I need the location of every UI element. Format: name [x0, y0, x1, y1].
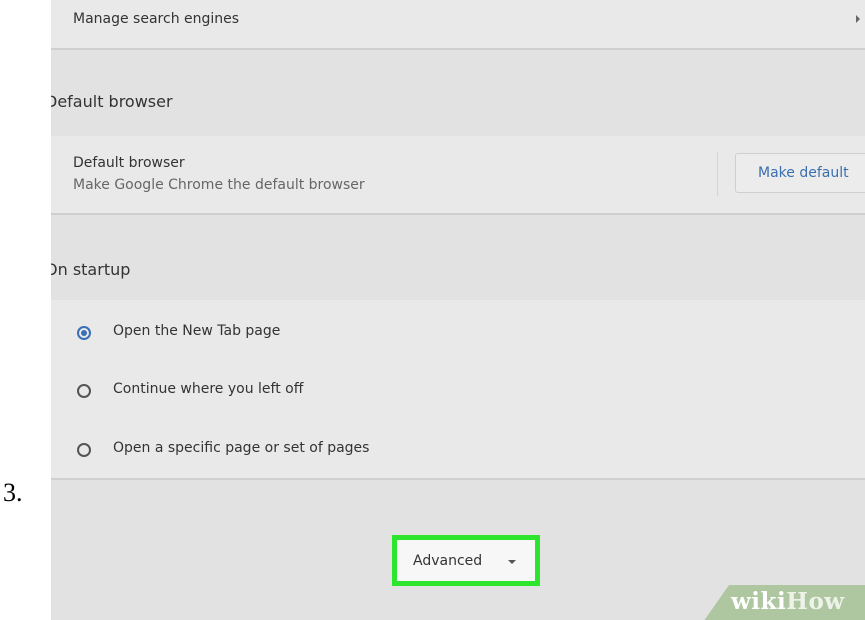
default-browser-row-subtitle: Make Google Chrome the default browser [73, 177, 365, 193]
radio-unchecked-icon[interactable] [77, 443, 91, 457]
startup-option-specific-pages[interactable]: Open a specific page or set of pages [113, 440, 369, 456]
divider [51, 48, 865, 50]
watermark-part2: How [786, 588, 845, 615]
startup-option-continue[interactable]: Continue where you left off [113, 381, 303, 397]
on-startup-section-title: On startup [51, 260, 131, 279]
step-number: 3. [3, 478, 23, 507]
radio-checked-icon[interactable] [77, 326, 91, 340]
default-browser-row-title: Default browser [73, 155, 185, 171]
divider [717, 152, 718, 196]
make-default-button[interactable]: Make default [735, 153, 865, 193]
wikihow-watermark: wikiHow [731, 588, 845, 615]
default-browser-section-title: Default browser [51, 92, 173, 111]
radio-unchecked-icon[interactable] [77, 384, 91, 398]
chevron-right-icon[interactable] [856, 15, 860, 23]
advanced-label: Advanced [413, 553, 483, 569]
divider [51, 213, 865, 215]
divider [51, 478, 865, 480]
manage-search-engines-link[interactable]: Manage search engines [73, 11, 239, 27]
watermark-part1: wiki [731, 588, 787, 615]
chrome-settings-screenshot: Manage search engines Default browser De… [51, 0, 865, 620]
startup-option-new-tab[interactable]: Open the New Tab page [113, 323, 280, 339]
advanced-button[interactable]: Advanced [392, 535, 540, 586]
caret-down-icon [508, 560, 516, 564]
